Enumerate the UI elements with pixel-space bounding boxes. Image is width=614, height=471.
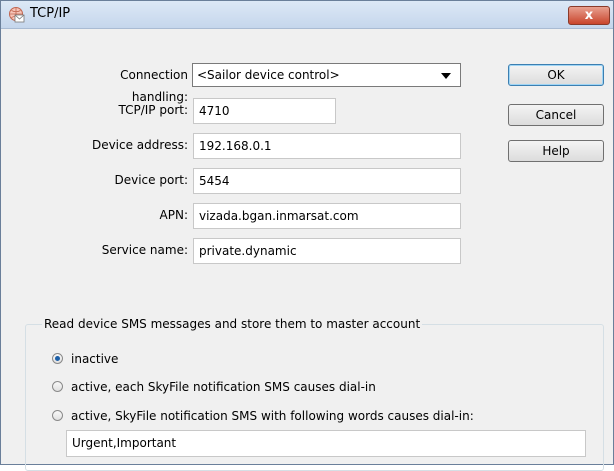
close-icon: x xyxy=(584,8,594,23)
dialog-body: Connection handling: <Sailor device cont… xyxy=(8,29,606,471)
radio-inactive-label: inactive xyxy=(71,352,119,366)
apn-label: APN: xyxy=(159,208,188,222)
connection-handling-value: <Sailor device control> xyxy=(197,68,340,82)
connection-handling-label: Connection handling: xyxy=(120,68,188,104)
device-address-field[interactable]: 192.168.0.1 xyxy=(193,133,461,159)
trigger-words-field[interactable]: Urgent,Important xyxy=(66,430,586,457)
service-name-label: Service name: xyxy=(101,243,188,257)
radio-button-icon xyxy=(52,381,63,392)
apn-field[interactable]: vizada.bgan.inmarsat.com xyxy=(193,203,461,229)
tcp-port-label: TCP/IP port: xyxy=(118,103,188,117)
radio-active-words-label: active, SkyFile notification SMS with fo… xyxy=(71,409,474,423)
tcp-port-field[interactable]: 4710 xyxy=(193,98,336,124)
chevron-down-icon xyxy=(441,73,451,79)
help-button[interactable]: Help xyxy=(508,140,604,162)
device-address-label: Device address: xyxy=(91,138,188,152)
ok-button[interactable]: OK xyxy=(508,64,604,86)
device-port-field[interactable]: 5454 xyxy=(193,168,461,194)
close-button[interactable]: x xyxy=(568,6,610,25)
title-bar: TCP/IP x xyxy=(1,1,613,29)
tcpip-dialog: TCP/IP x Connection handling: <Sailor de… xyxy=(0,0,614,471)
cancel-button[interactable]: Cancel xyxy=(508,104,604,126)
radio-button-icon xyxy=(52,410,63,421)
radio-active-each-label: active, each SkyFile notification SMS ca… xyxy=(71,380,376,394)
sms-group-title: Read device SMS messages and store them … xyxy=(42,316,423,332)
device-port-label: Device port: xyxy=(114,173,189,187)
radio-button-checked-icon xyxy=(52,353,63,364)
service-name-field[interactable]: private.dynamic xyxy=(193,238,461,264)
window-title: TCP/IP xyxy=(30,6,71,21)
network-email-icon xyxy=(9,7,25,23)
connection-handling-select[interactable]: <Sailor device control> xyxy=(192,63,461,87)
